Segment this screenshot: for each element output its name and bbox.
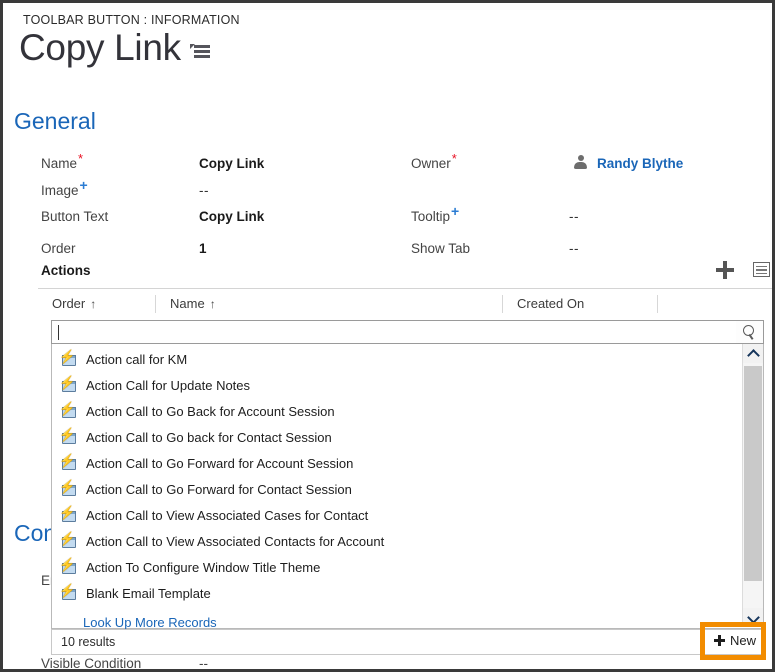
new-record-button[interactable]: New xyxy=(713,633,756,648)
scroll-up-icon[interactable] xyxy=(743,344,763,363)
breadcrumb: TOOLBAR BUTTON : INFORMATION xyxy=(23,13,240,27)
subgrid-title-actions: Actions xyxy=(41,263,91,278)
field-label-button-text: Button Text xyxy=(41,209,109,224)
sort-ascending-icon: ↑ xyxy=(90,297,97,311)
list-item[interactable]: Action call for KM xyxy=(52,346,742,372)
field-value-order[interactable]: 1 xyxy=(199,241,207,256)
list-item[interactable]: Action Call for Update Notes xyxy=(52,372,742,398)
action-call-icon xyxy=(59,506,77,523)
grid-layout-icon[interactable] xyxy=(753,262,770,277)
results-count-label: 10 results xyxy=(61,635,116,649)
subgrid-column-headers: Order ↑ Name ↑ Created On xyxy=(38,290,772,318)
action-call-icon xyxy=(59,350,77,367)
recommended-marker: + xyxy=(451,202,460,219)
page-title-row: Copy Link xyxy=(19,29,210,66)
required-marker: * xyxy=(451,150,457,166)
plus-icon xyxy=(713,635,725,646)
lookup-results-footer: 10 results New xyxy=(51,629,764,655)
field-label-show-tab: Show Tab xyxy=(411,241,471,256)
action-call-icon xyxy=(59,376,77,393)
action-call-icon xyxy=(59,480,77,497)
field-value-image[interactable]: -- xyxy=(199,183,209,198)
required-marker: * xyxy=(78,150,84,166)
column-header-order[interactable]: Order ↑ xyxy=(38,294,156,314)
page-title: Copy Link xyxy=(19,27,181,68)
lookup-results-dropdown: Action call for KM Action Call for Updat… xyxy=(51,344,764,629)
field-label-owner: Owner* xyxy=(411,150,457,172)
subgrid-divider xyxy=(38,288,772,289)
scrollbar-thumb[interactable] xyxy=(744,366,762,581)
list-item[interactable]: Blank Email Template xyxy=(52,580,742,606)
field-label-tooltip: Tooltip+ xyxy=(411,202,460,225)
toolbar-button-information-window: TOOLBAR BUTTON : INFORMATION Copy Link G… xyxy=(0,0,775,672)
field-value-owner[interactable]: Randy Blythe xyxy=(597,156,683,171)
list-item[interactable]: Action Call to View Associated Contacts … xyxy=(52,528,742,554)
record-set-chevron-icon[interactable] xyxy=(189,44,210,60)
field-label-name: Name* xyxy=(41,150,84,172)
lookup-search-input[interactable] xyxy=(52,321,735,343)
action-call-icon xyxy=(59,532,77,549)
action-call-icon xyxy=(59,428,77,445)
lookup-results-list: Action call for KM Action Call for Updat… xyxy=(52,346,742,606)
avatar xyxy=(574,155,587,169)
dropdown-scrollbar[interactable] xyxy=(742,344,763,627)
field-value-button-text[interactable]: Copy Link xyxy=(199,209,264,224)
list-item[interactable]: Action To Configure Window Title Theme xyxy=(52,554,742,580)
recommended-marker: + xyxy=(79,176,88,193)
field-label-visible-condition: Visible Condition xyxy=(41,656,142,671)
action-call-icon xyxy=(59,402,77,419)
search-icon xyxy=(743,325,754,336)
list-item[interactable]: Action Call to Go Forward for Account Se… xyxy=(52,450,742,476)
field-value-visible-condition[interactable]: -- xyxy=(199,656,208,669)
field-value-tooltip[interactable]: -- xyxy=(569,209,579,224)
field-label-order: Order xyxy=(41,241,76,256)
scroll-down-icon[interactable] xyxy=(743,608,763,627)
action-call-icon xyxy=(59,584,77,601)
field-value-name[interactable]: Copy Link xyxy=(199,156,264,171)
lookup-search-box xyxy=(51,320,764,344)
column-header-name[interactable]: Name ↑ xyxy=(156,294,503,314)
new-record-button-label: New xyxy=(729,633,756,648)
add-record-icon[interactable] xyxy=(716,261,734,279)
list-item[interactable]: Action Call to View Associated Cases for… xyxy=(52,502,742,528)
field-label-image: Image+ xyxy=(41,176,88,199)
column-header-created-on[interactable]: Created On xyxy=(503,294,658,314)
action-call-icon xyxy=(59,558,77,575)
column-header-blank xyxy=(658,294,772,314)
field-value-show-tab[interactable]: -- xyxy=(569,241,579,256)
look-up-more-records-link[interactable]: Look Up More Records xyxy=(83,615,217,630)
section-heading-general: General xyxy=(14,108,96,134)
list-item[interactable]: Action Call to Go Back for Account Sessi… xyxy=(52,398,742,424)
list-item[interactable]: Action Call to Go Forward for Contact Se… xyxy=(52,476,742,502)
lookup-search-button[interactable] xyxy=(736,321,763,343)
action-call-icon xyxy=(59,454,77,471)
sort-ascending-icon: ↑ xyxy=(209,297,216,311)
list-item[interactable]: Action Call to Go back for Contact Sessi… xyxy=(52,424,742,450)
